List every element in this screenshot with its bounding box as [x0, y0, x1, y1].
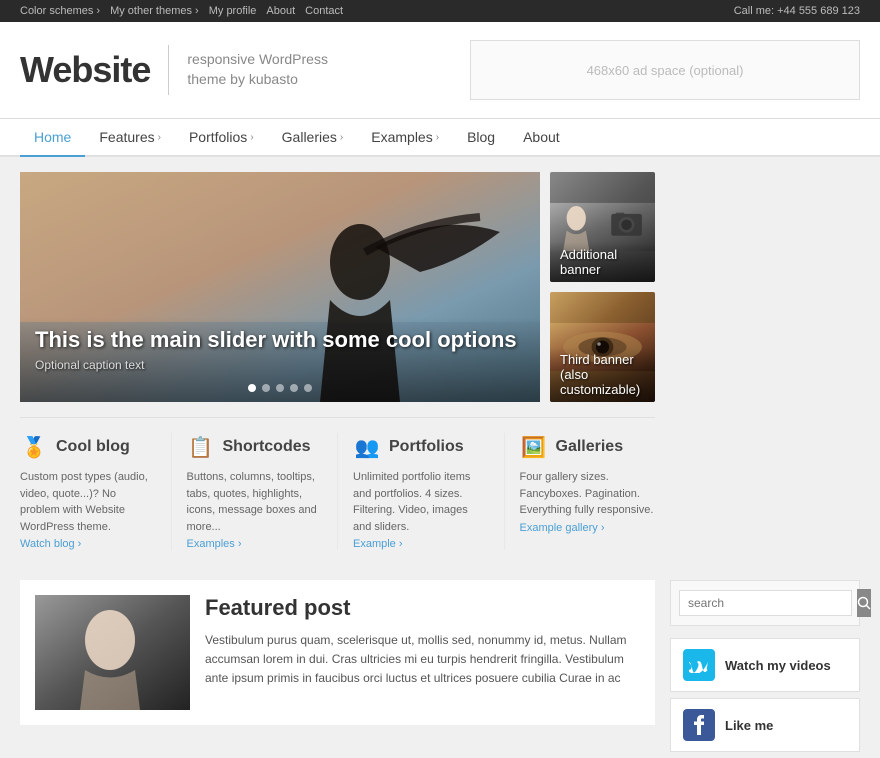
- featured-post-section: Featured post Vestibulum purus quam, sce…: [20, 580, 655, 758]
- contact-link[interactable]: Contact: [305, 5, 343, 17]
- cool-blog-text: Custom post types (audio, video, quote..…: [20, 469, 156, 535]
- portfolios-title: Portfolios: [389, 438, 464, 456]
- dot-4[interactable]: [290, 384, 298, 392]
- right-banners: Additional banner: [550, 172, 655, 402]
- my-profile-link[interactable]: My profile: [209, 5, 257, 17]
- feature-shortcodes: 📋 Shortcodes Buttons, columns, tooltips,…: [187, 433, 339, 550]
- banner-2[interactable]: Third banner (also customizable): [550, 292, 655, 402]
- portfolios-icon: 👥: [353, 433, 381, 461]
- banner-1[interactable]: Additional banner: [550, 172, 655, 282]
- nav-features[interactable]: Features ›: [85, 119, 175, 157]
- features-arrow: ›: [158, 132, 161, 143]
- slider-caption: Optional caption text: [35, 358, 525, 372]
- banner-2-label: Third banner (also customizable): [550, 347, 655, 402]
- dot-3[interactable]: [276, 384, 284, 392]
- watch-blog-link[interactable]: Watch blog ›: [20, 538, 81, 550]
- site-header: Website responsive WordPress theme by ku…: [0, 22, 880, 119]
- facebook-widget[interactable]: Like me: [670, 698, 860, 752]
- main-nav: Home Features › Portfolios › Galleries ›…: [0, 119, 880, 157]
- shortcodes-icon: 📋: [187, 433, 215, 461]
- cool-blog-title: Cool blog: [56, 438, 130, 456]
- feature-galleries: 🖼️ Galleries Four gallery sizes. Fancybo…: [520, 433, 656, 550]
- feature-cool-blog: 🏅 Cool blog Custom post types (audio, vi…: [20, 433, 172, 550]
- shortcodes-title: Shortcodes: [223, 438, 311, 456]
- site-tagline: responsive WordPress theme by kubasto: [187, 50, 328, 89]
- left-column: This is the main slider with some cool o…: [20, 172, 655, 550]
- portfolios-text: Unlimited portfolio items and portfolios…: [353, 469, 489, 535]
- banner-1-label: Additional banner: [550, 242, 655, 282]
- site-title: Website: [20, 49, 150, 91]
- shortcodes-examples-link[interactable]: Examples ›: [187, 538, 242, 550]
- slider-area: This is the main slider with some cool o…: [20, 172, 655, 402]
- galleries-icon: 🖼️: [520, 433, 548, 461]
- main-content-area: This is the main slider with some cool o…: [0, 157, 880, 565]
- dot-2[interactable]: [262, 384, 270, 392]
- galleries-title: Galleries: [556, 438, 624, 456]
- nav-galleries[interactable]: Galleries ›: [268, 119, 358, 157]
- other-themes-link[interactable]: My other themes ›: [110, 5, 199, 17]
- featured-post-title: Featured post: [205, 595, 640, 621]
- shortcodes-text: Buttons, columns, tooltips, tabs, quotes…: [187, 469, 323, 535]
- top-bar-links: Color schemes › My other themes › My pro…: [20, 5, 353, 17]
- ad-space: 468x60 ad space (optional): [470, 40, 860, 100]
- phone-number: Call me: +44 555 689 123: [734, 5, 860, 17]
- search-widget: [670, 580, 860, 626]
- header-divider: [168, 45, 169, 95]
- feature-portfolios: 👥 Portfolios Unlimited portfolio items a…: [353, 433, 505, 550]
- facebook-icon: [683, 709, 715, 741]
- vimeo-widget[interactable]: Watch my videos: [670, 638, 860, 692]
- features-row: 🏅 Cool blog Custom post types (audio, vi…: [20, 417, 655, 550]
- featured-post-thumbnail[interactable]: [35, 595, 190, 710]
- galleries-example-link[interactable]: Example gallery ›: [520, 522, 605, 534]
- vimeo-icon: [683, 649, 715, 681]
- feature-cool-blog-header: 🏅 Cool blog: [20, 433, 156, 461]
- about-topbar-link[interactable]: About: [266, 5, 295, 17]
- search-icon: [857, 596, 871, 610]
- nav-home[interactable]: Home: [20, 119, 85, 157]
- feature-portfolios-header: 👥 Portfolios: [353, 433, 489, 461]
- sidebar-top-spacer: [670, 172, 860, 550]
- featured-post-area: Featured post Vestibulum purus quam, sce…: [20, 580, 655, 725]
- nav-examples[interactable]: Examples ›: [357, 119, 453, 157]
- facebook-label: Like me: [725, 718, 773, 733]
- galleries-arrow: ›: [340, 132, 343, 143]
- sidebar: Watch my videos Like me: [670, 580, 860, 758]
- nav-blog[interactable]: Blog: [453, 119, 509, 157]
- nav-portfolios[interactable]: Portfolios ›: [175, 119, 268, 157]
- galleries-text: Four gallery sizes. Fancyboxes. Paginati…: [520, 469, 656, 519]
- feature-galleries-header: 🖼️ Galleries: [520, 433, 656, 461]
- nav-about[interactable]: About: [509, 119, 574, 157]
- color-schemes-link[interactable]: Color schemes ›: [20, 5, 100, 17]
- featured-post-content: Featured post Vestibulum purus quam, sce…: [205, 595, 640, 710]
- slider-dots: [248, 384, 312, 392]
- main-slider[interactable]: This is the main slider with some cool o…: [20, 172, 540, 402]
- search-input[interactable]: [679, 590, 852, 616]
- portfolios-example-link[interactable]: Example ›: [353, 538, 403, 550]
- examples-arrow: ›: [436, 132, 439, 143]
- cool-blog-icon: 🏅: [20, 433, 48, 461]
- slider-title: This is the main slider with some cool o…: [35, 327, 525, 353]
- dot-5[interactable]: [304, 384, 312, 392]
- bottom-area: Featured post Vestibulum purus quam, sce…: [0, 565, 880, 758]
- feature-shortcodes-header: 📋 Shortcodes: [187, 433, 323, 461]
- search-button[interactable]: [857, 589, 871, 617]
- top-bar: Color schemes › My other themes › My pro…: [0, 0, 880, 22]
- dot-1[interactable]: [248, 384, 256, 392]
- portfolios-arrow: ›: [250, 132, 253, 143]
